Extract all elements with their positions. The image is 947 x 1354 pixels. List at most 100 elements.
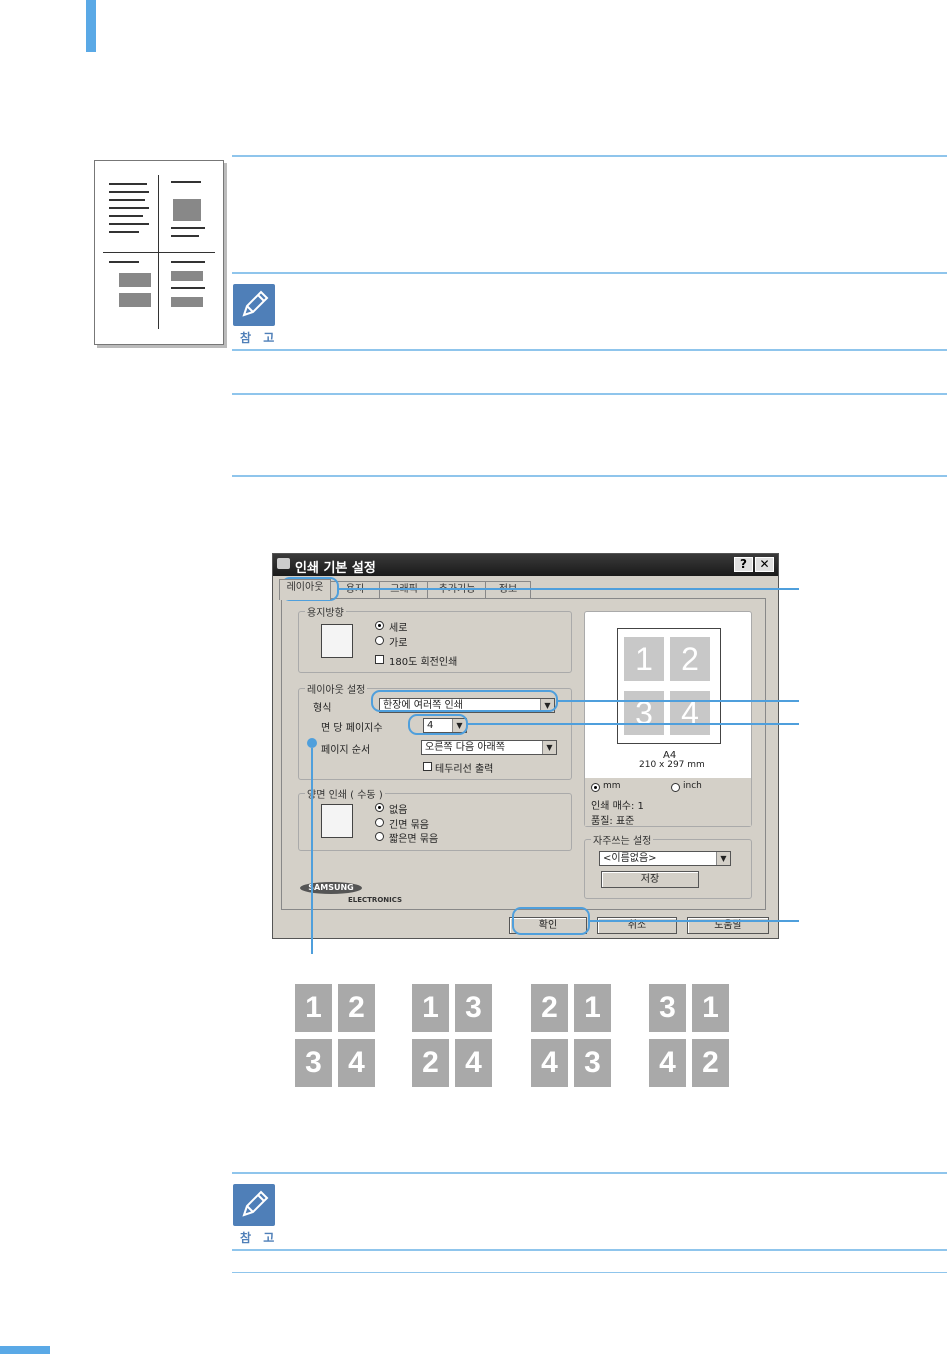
order-example-2-cell-4: 4 [455, 1039, 492, 1087]
section-rule [232, 155, 947, 157]
portrait-document-icon [321, 624, 353, 658]
dialog-titlebar: 인쇄 기본 설정 ? ✕ [273, 554, 778, 576]
note-rule-top [232, 1172, 947, 1174]
samsung-logo: SAMSUNG [300, 882, 362, 894]
duplex-none-label: 없음 [389, 805, 408, 816]
border-checkbox[interactable] [423, 762, 432, 771]
order-example-1-cell-2: 2 [338, 984, 375, 1032]
n-up-sample-image [94, 160, 224, 345]
order-example-2-cell-3: 2 [412, 1039, 449, 1087]
tab-extras[interactable]: 추가기능 [427, 581, 487, 599]
preview-info: mm inch 인쇄 매수: 1 품질: 표준 [585, 778, 751, 827]
portrait-label: 세로 [389, 623, 408, 634]
preview-page-2: 2 [670, 637, 710, 681]
section-rule [232, 393, 947, 395]
preview-page: 1 2 3 4 [617, 628, 721, 744]
pencil-note-icon [233, 1184, 275, 1226]
order-example-1-cell-3: 3 [295, 1039, 332, 1087]
tab-layout[interactable]: 레이아웃 [279, 579, 331, 600]
order-example-4-cell-4: 2 [692, 1039, 729, 1087]
chapter-tab-marker [86, 0, 96, 52]
section-rule [232, 1272, 947, 1273]
order-example-3-cell-4: 3 [574, 1039, 611, 1087]
duplex-short-label: 짧은면 묶음 [389, 834, 439, 845]
callout-dot [307, 738, 317, 748]
preview-page-4: 4 [670, 691, 710, 735]
note-rule-bottom [232, 1249, 947, 1251]
layout-pane: 용지방향 세로 가로 180도 회전인쇄 레이아웃 설정 형식 한장에 여러쪽 … [281, 598, 766, 910]
layout-options-legend: 레이아웃 설정 [305, 681, 368, 696]
callout-leader [468, 723, 799, 725]
footer-marker [0, 1346, 50, 1354]
unit-mm-radio[interactable] [591, 783, 600, 792]
preview-panel: 1 2 3 4 A4 210 x 297 mm mm inch 인쇄 매수: 1… [584, 611, 752, 827]
border-label: 테두리선 출력 [435, 764, 494, 775]
samsung-logo-sub: ELECTRONICS [348, 896, 403, 904]
landscape-label: 가로 [389, 638, 408, 649]
order-example-4-cell-1: 3 [649, 984, 686, 1032]
unit-mm-label: mm [603, 781, 621, 791]
duplex-long-radio[interactable] [375, 818, 384, 827]
callout-leader [590, 920, 799, 922]
portrait-radio[interactable] [375, 621, 384, 630]
note-rule-top [232, 272, 947, 274]
note-label: 참 고 [240, 1231, 279, 1245]
orientation-legend: 용지방향 [305, 604, 346, 619]
close-icon[interactable]: ✕ [755, 557, 774, 572]
unit-inch-label: inch [683, 781, 702, 791]
tab-about[interactable]: 정보 [485, 581, 531, 599]
favorites-legend: 자주쓰는 설정 [591, 832, 654, 847]
order-example-1-cell-4: 4 [338, 1039, 375, 1087]
duplex-long-label: 긴면 묶음 [389, 820, 429, 831]
callout-pages-select [408, 714, 468, 735]
preview-page-1: 1 [624, 637, 664, 681]
favorites-value: <이름없음> [603, 853, 657, 864]
rotate-180-label: 180도 회전인쇄 [389, 657, 458, 668]
help-icon[interactable]: ? [734, 557, 753, 572]
orientation-group: 용지방향 세로 가로 180도 회전인쇄 [298, 604, 572, 673]
note-label: 참 고 [240, 331, 279, 345]
order-example-1-cell-1: 1 [295, 984, 332, 1032]
pencil-note-icon [233, 284, 275, 326]
order-example-3-cell-1: 2 [531, 984, 568, 1032]
chevron-down-icon: ▼ [716, 852, 730, 865]
duplex-legend: 양면 인쇄 ( 수동 ) [305, 786, 385, 801]
chevron-down-icon: ▼ [542, 741, 556, 754]
order-example-3-cell-3: 4 [531, 1039, 568, 1087]
copies-info: 인쇄 매수: 1 [591, 801, 644, 812]
callout-leader-vertical [311, 748, 313, 954]
order-example-3-cell-2: 1 [574, 984, 611, 1032]
save-button[interactable]: 저장 [601, 871, 699, 888]
callout-type-select [371, 690, 558, 712]
landscape-radio[interactable] [375, 636, 384, 645]
quality-info: 품질: 표준 [591, 816, 635, 827]
paper-size: 210 x 297 mm [639, 760, 705, 770]
section-rule [232, 475, 947, 477]
pages-per-side-label: 면 당 페이지수 [321, 723, 383, 734]
callout-ok-button [512, 907, 590, 935]
note-rule-bottom [232, 349, 947, 351]
duplex-document-icon [321, 804, 353, 838]
duplex-group: 양면 인쇄 ( 수동 ) 없음 긴면 묶음 짧은면 묶음 [298, 786, 572, 851]
duplex-short-radio[interactable] [375, 832, 384, 841]
order-example-4-cell-2: 1 [692, 984, 729, 1032]
order-example-2-cell-1: 1 [412, 984, 449, 1032]
favorites-select[interactable]: <이름없음> ▼ [599, 851, 731, 866]
dialog-title: 인쇄 기본 설정 [295, 561, 376, 576]
rotate-180-checkbox[interactable] [375, 655, 384, 664]
page-order-value: 오른쪽 다음 아래쪽 [425, 742, 505, 753]
callout-leader [558, 700, 799, 702]
duplex-none-radio[interactable] [375, 803, 384, 812]
favorites-group: 자주쓰는 설정 <이름없음> ▼ 저장 [584, 832, 752, 899]
order-example-2-cell-2: 3 [455, 984, 492, 1032]
order-example-4-cell-3: 4 [649, 1039, 686, 1087]
tab-graphics[interactable]: 그래픽 [379, 581, 429, 599]
page-order-select[interactable]: 오른쪽 다음 아래쪽 ▼ [421, 740, 557, 755]
page-order-label: 페이지 순서 [321, 745, 371, 756]
unit-inch-radio[interactable] [671, 783, 680, 792]
preview-page-3: 3 [624, 691, 664, 735]
callout-leader [339, 588, 799, 590]
type-label: 형식 [313, 703, 332, 714]
print-preferences-dialog: 인쇄 기본 설정 ? ✕ 레이아웃 용지 그래픽 추가기능 정보 용지방향 세로… [272, 553, 779, 939]
printer-icon [277, 558, 290, 569]
